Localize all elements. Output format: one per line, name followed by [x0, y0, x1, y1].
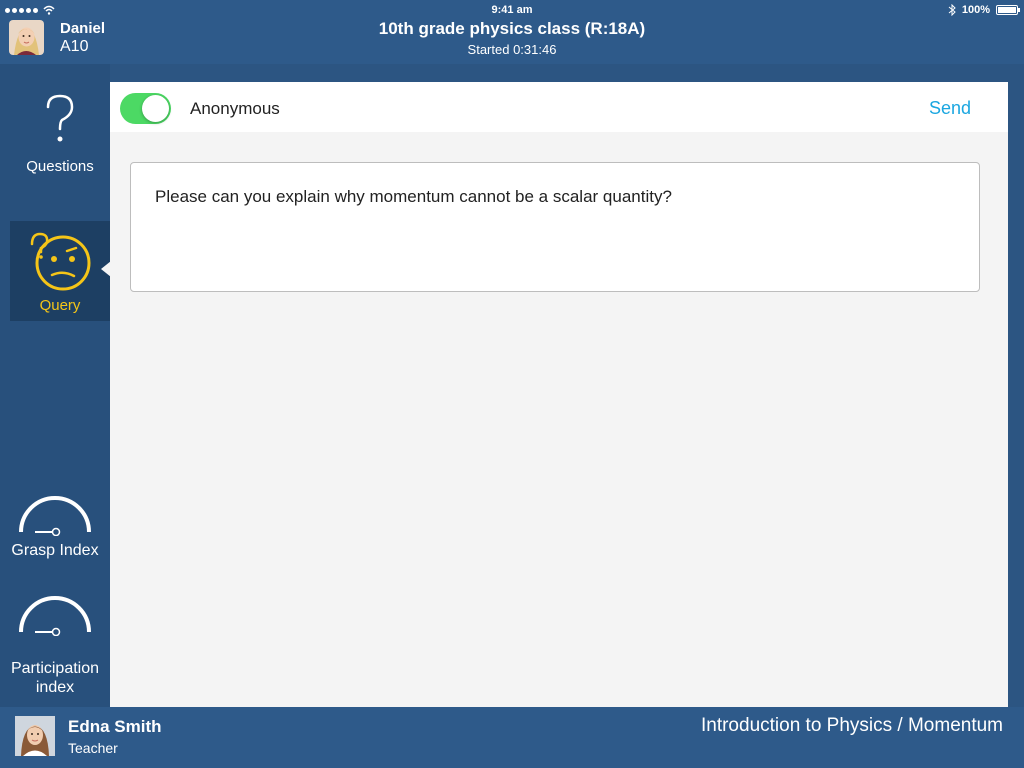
battery-icon: [996, 5, 1020, 15]
sidebar-item-grasp-index[interactable]: Grasp Index: [0, 492, 110, 560]
confused-face-icon: [30, 232, 91, 291]
query-text-area[interactable]: Please can you explain why momentum cann…: [130, 162, 980, 292]
teacher-name: Edna Smith: [68, 717, 162, 736]
teacher-avatar[interactable]: [15, 716, 55, 756]
question-mark-icon: [46, 94, 74, 142]
anonymous-toggle[interactable]: [120, 93, 171, 124]
sidebar-item-label: index: [35, 679, 75, 696]
sidebar-item-participation-index[interactable]: Participation index: [0, 592, 110, 697]
header-bar: 9:41 am 100% Daniel A10 10th grade physi…: [0, 0, 1024, 64]
status-bar: 9:41 am 100%: [0, 3, 1024, 19]
footer-bar: Edna Smith Teacher Introduction to Physi…: [0, 707, 1024, 768]
course-breadcrumb: Introduction to Physics / Momentum: [700, 715, 1003, 736]
sidebar-item-questions[interactable]: Questions: [10, 83, 110, 193]
gauge-icon: [19, 596, 91, 637]
anonymous-label: Anonymous: [190, 99, 280, 118]
class-title: 10th grade physics class (R:18A): [378, 19, 646, 38]
sidebar-item-label: Query: [39, 297, 81, 314]
query-toolbar: Anonymous Send: [110, 82, 1008, 132]
sidebar: Questions Query Grasp Index Participatio…: [0, 64, 111, 707]
sidebar-item-label: Questions: [26, 158, 94, 175]
gauge-icon: [19, 496, 91, 537]
sidebar-item-label: Participation: [10, 660, 100, 677]
query-panel: Anonymous Send Please can you explain wh…: [110, 82, 1008, 707]
sidebar-item-query[interactable]: Query: [10, 221, 111, 321]
battery-percent: 100%: [961, 4, 990, 16]
toggle-knob: [142, 95, 169, 122]
status-time: 9:41 am: [491, 4, 533, 16]
teacher-role: Teacher: [68, 740, 118, 756]
bluetooth-icon: [948, 4, 956, 16]
sidebar-item-label: Grasp Index: [11, 542, 99, 559]
battery-status: 100%: [948, 4, 1020, 16]
class-timer: Started 0:31:46: [467, 42, 557, 57]
send-button[interactable]: Send: [929, 98, 971, 119]
